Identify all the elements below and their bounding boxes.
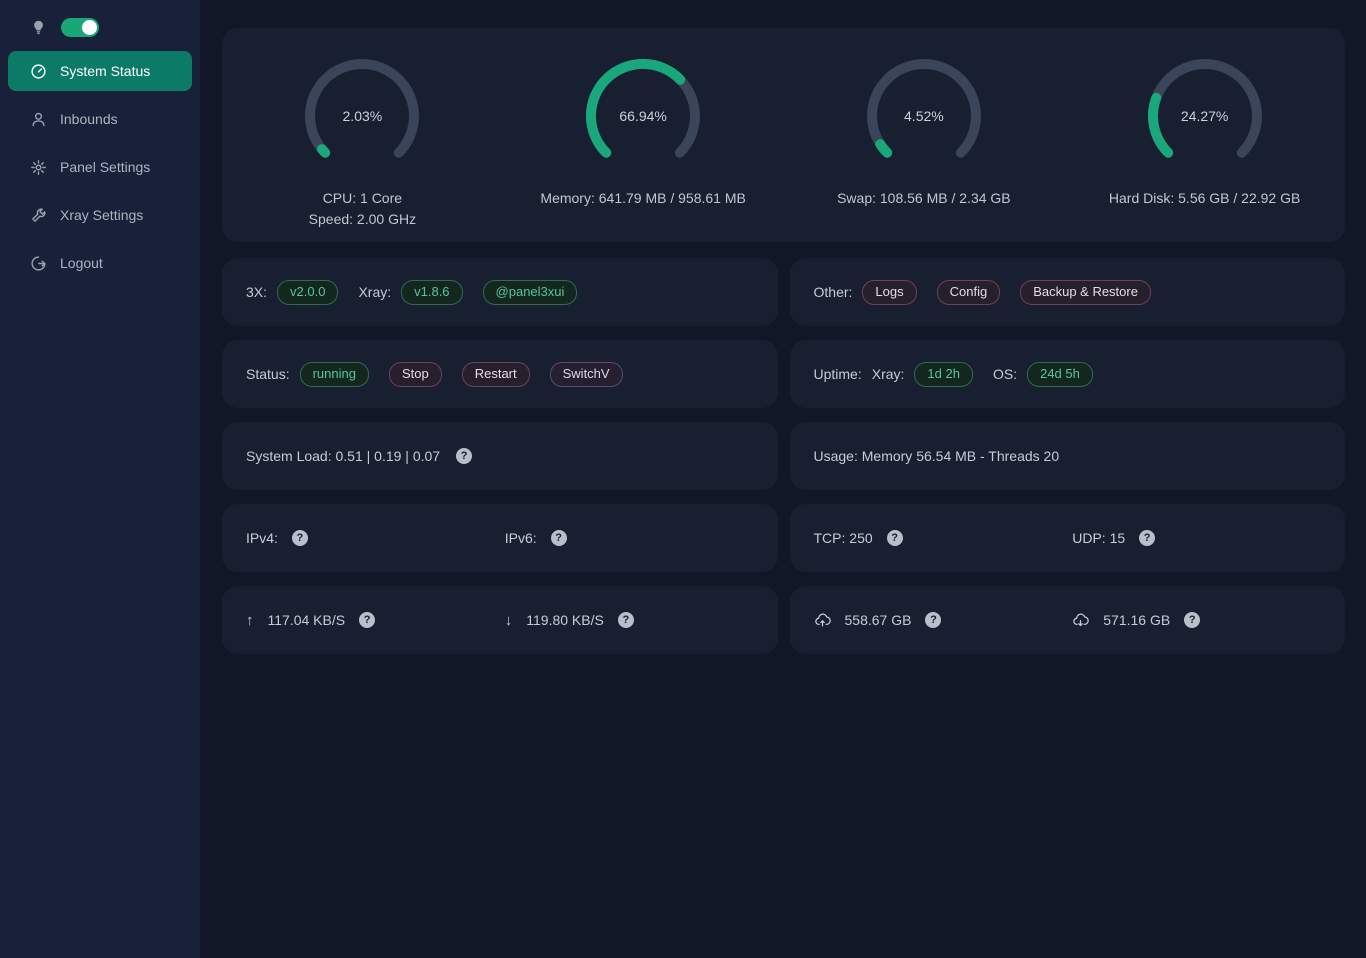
uptime-xray-badge: 1d 2h: [914, 362, 973, 387]
uptime-xray-label: Xray:: [872, 366, 905, 382]
logs-button[interactable]: Logs: [862, 280, 916, 305]
gear-icon: [30, 159, 47, 176]
wrench-icon: [30, 207, 47, 224]
swap-gauge: 4.52% Swap: 108.56 MB / 2.34 GB: [784, 56, 1065, 209]
dashboard-icon: [30, 63, 47, 80]
tcp-block: TCP: 250 ?: [814, 530, 1063, 546]
disk-caption: Hard Disk: 5.56 GB / 22.92 GB: [1064, 188, 1345, 209]
disk-gauge: 24.27% Hard Disk: 5.56 GB / 22.92 GB: [1064, 56, 1345, 209]
backup-restore-button[interactable]: Backup & Restore: [1020, 280, 1151, 305]
sidebar-item-xray-settings[interactable]: Xray Settings: [8, 195, 192, 235]
connections-card: TCP: 250 ? UDP: 15 ?: [790, 504, 1346, 572]
xray-version-label: Xray:: [358, 284, 391, 300]
disk-percent: 24.27%: [1145, 56, 1265, 176]
memory-gauge: 66.94% Memory: 641.79 MB / 958.61 MB: [503, 56, 784, 209]
switch-version-button[interactable]: SwitchV: [550, 362, 623, 387]
sidebar-item-label: Xray Settings: [60, 207, 143, 223]
total-upload-block: 558.67 GB ?: [814, 612, 1063, 629]
dark-mode-toggle[interactable]: [61, 18, 99, 37]
other-card: Other: Logs Config Backup & Restore: [790, 258, 1346, 326]
uptime-os-label: OS:: [993, 366, 1017, 382]
udp-block: UDP: 15 ?: [1072, 530, 1321, 546]
system-load-text: System Load: 0.51 | 0.19 | 0.07: [246, 448, 440, 464]
upload-speed: 117.04 KB/S: [268, 612, 346, 628]
sidebar-item-label: Panel Settings: [60, 159, 150, 175]
sidebar-item-system-status[interactable]: System Status: [8, 51, 192, 91]
logout-icon: [30, 255, 47, 272]
system-load-card: System Load: 0.51 | 0.19 | 0.07 ?: [222, 422, 778, 490]
cpu-speed-caption: Speed: 2.00 GHz: [222, 209, 503, 230]
sidebar-item-label: Inbounds: [60, 111, 118, 127]
main-content: 2.03% CPU: 1 Core Speed: 2.00 GHz 66.94%…: [200, 0, 1366, 958]
user-icon: [30, 111, 47, 128]
status-card: Status: running Stop Restart SwitchV: [222, 340, 778, 408]
sidebar-item-label: System Status: [60, 63, 150, 79]
status-label: Status:: [246, 366, 290, 382]
sidebar-item-logout[interactable]: Logout: [8, 243, 192, 283]
download-speed: 119.80 KB/S: [526, 612, 604, 628]
ipv4-label: IPv4:: [246, 530, 278, 546]
help-icon[interactable]: ?: [359, 612, 375, 628]
usage-text: Usage: Memory 56.54 MB - Threads 20: [814, 448, 1060, 464]
total-download: 571.16 GB: [1103, 612, 1170, 628]
config-button[interactable]: Config: [937, 280, 1001, 305]
stop-button[interactable]: Stop: [389, 362, 442, 387]
other-label: Other:: [814, 284, 853, 300]
panel-version-label: 3X:: [246, 284, 267, 300]
ipv6-block: IPv6: ?: [505, 530, 754, 546]
ipv4-block: IPv4: ?: [246, 530, 495, 546]
xray-version-badge[interactable]: v1.8.6: [401, 280, 462, 305]
udp-count: UDP: 15: [1072, 530, 1125, 546]
help-icon[interactable]: ?: [1139, 530, 1155, 546]
system-gauges-card: 2.03% CPU: 1 Core Speed: 2.00 GHz 66.94%…: [222, 28, 1345, 242]
ipv6-label: IPv6:: [505, 530, 537, 546]
swap-percent: 4.52%: [864, 56, 984, 176]
version-card: 3X: v2.0.0 Xray: v1.8.6 @panel3xui: [222, 258, 778, 326]
sidebar-item-inbounds[interactable]: Inbounds: [8, 99, 192, 139]
arrow-up-icon: ↑: [246, 612, 254, 629]
download-speed-block: ↓ 119.80 KB/S ?: [505, 612, 754, 629]
total-download-block: 571.16 GB ?: [1072, 612, 1321, 629]
net-speed-card: ↑ 117.04 KB/S ? ↓ 119.80 KB/S ?: [222, 586, 778, 654]
help-icon[interactable]: ?: [292, 530, 308, 546]
help-icon[interactable]: ?: [618, 612, 634, 628]
uptime-label: Uptime:: [814, 366, 862, 382]
help-icon[interactable]: ?: [887, 530, 903, 546]
restart-button[interactable]: Restart: [462, 362, 530, 387]
upload-speed-block: ↑ 117.04 KB/S ?: [246, 612, 495, 629]
usage-card: Usage: Memory 56.54 MB - Threads 20: [790, 422, 1346, 490]
help-icon[interactable]: ?: [551, 530, 567, 546]
theme-row: [8, 14, 192, 51]
cpu-gauge: 2.03% CPU: 1 Core Speed: 2.00 GHz: [222, 56, 503, 230]
cpu-percent: 2.03%: [302, 56, 422, 176]
cloud-download-icon: [1072, 612, 1089, 629]
lightbulb-icon: [30, 19, 47, 36]
status-running-badge: running: [300, 362, 369, 387]
swap-caption: Swap: 108.56 MB / 2.34 GB: [784, 188, 1065, 209]
help-icon[interactable]: ?: [456, 448, 472, 464]
ip-card: IPv4: ? IPv6: ?: [222, 504, 778, 572]
help-icon[interactable]: ?: [1184, 612, 1200, 628]
cloud-upload-icon: [814, 612, 831, 629]
tcp-count: TCP: 250: [814, 530, 873, 546]
telegram-badge[interactable]: @panel3xui: [483, 280, 578, 305]
sidebar: System Status Inbounds Panel Settings Xr…: [0, 0, 200, 958]
uptime-card: Uptime: Xray: 1d 2h OS: 24d 5h: [790, 340, 1346, 408]
toggle-knob: [82, 20, 97, 35]
sidebar-item-label: Logout: [60, 255, 103, 271]
net-total-card: 558.67 GB ? 571.16 GB ?: [790, 586, 1346, 654]
memory-percent: 66.94%: [583, 56, 703, 176]
arrow-down-icon: ↓: [505, 612, 513, 629]
help-icon[interactable]: ?: [925, 612, 941, 628]
panel-version-badge[interactable]: v2.0.0: [277, 280, 338, 305]
total-upload: 558.67 GB: [845, 612, 912, 628]
memory-caption: Memory: 641.79 MB / 958.61 MB: [503, 188, 784, 209]
uptime-os-badge: 24d 5h: [1027, 362, 1093, 387]
sidebar-item-panel-settings[interactable]: Panel Settings: [8, 147, 192, 187]
cpu-caption: CPU: 1 Core: [222, 188, 503, 209]
